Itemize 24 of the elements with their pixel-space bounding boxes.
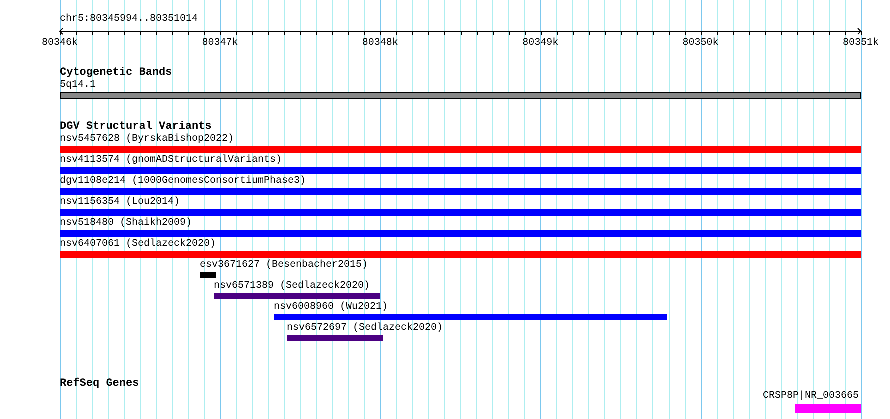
feature-label: nsv4113574 (gnomADStructuralVariants) [60, 155, 282, 167]
feature-label: nsv518480 (Shaikh2009) [60, 218, 192, 230]
feature-label: nsv6571389 (Sedlazeck2020) [214, 281, 370, 293]
tick-label: 80349k [522, 38, 559, 48]
tick-label: 80351k [843, 38, 879, 48]
tick-label: 80347k [202, 38, 238, 48]
feature-label: nsv6572697 (Sedlazeck2020) [287, 323, 444, 335]
feature-label: nsv1156354 (Lou2014) [60, 197, 180, 209]
track-title: Cytogenetic Bands [60, 67, 174, 80]
gene-label: CRSP8P|NR_003665 [762, 391, 859, 403]
feature-label: dgv1108e214 (1000GenomesConsortiumPhase3) [60, 176, 306, 188]
track-title: RefSeq Genes [60, 378, 140, 391]
variant-bar[interactable] [200, 272, 216, 278]
feature-label: nsv5457628 (ByrskaBishop2022) [60, 134, 234, 146]
tick-label: 80348k [362, 38, 398, 48]
location-label: chr5:80345994..80351014 [60, 14, 198, 26]
tick-label: 80350k [682, 38, 719, 48]
track-title: DGV Structural Variants [60, 121, 213, 134]
gene-bar[interactable] [794, 404, 861, 413]
tick-label: 80346k [42, 38, 78, 48]
band-label: 5q14.1 [60, 80, 96, 92]
feature-label: nsv6008960 (Wu2021) [274, 302, 388, 314]
feature-label: nsv6407061 (Sedlazeck2020) [60, 239, 216, 251]
feature-label: esv3671627 (Besenbacher2015) [200, 260, 368, 272]
